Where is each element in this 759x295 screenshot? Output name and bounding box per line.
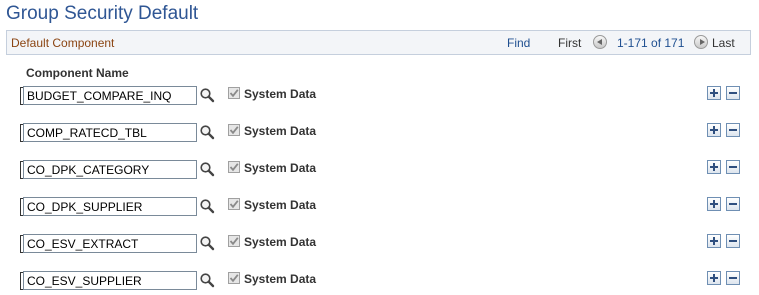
plus-icon[interactable] [707, 123, 721, 137]
find-link[interactable]: Find [507, 36, 530, 50]
system-data-label: System Data [244, 235, 317, 249]
search-icon[interactable] [199, 161, 215, 177]
row-range: 1-171 of 171 [617, 36, 685, 50]
component-name-field[interactable]: CO_DPK_SUPPLIER [23, 197, 197, 216]
minus-icon[interactable] [726, 86, 740, 100]
search-icon[interactable] [199, 198, 215, 214]
grid-title: Default Component [11, 36, 115, 50]
arrow-left-icon[interactable] [593, 35, 607, 49]
grid-header: Default Component Find First 1-171 of 17… [6, 30, 751, 55]
minus-icon[interactable] [726, 234, 740, 248]
last-label: Last [712, 36, 735, 50]
column-header-component-name: Component Name [26, 66, 129, 80]
system-data-label: System Data [244, 124, 317, 138]
table-row: COMP_RATECD_TBL System Data [0, 123, 759, 147]
table-row: CO_ESV_EXTRACT System Data [0, 234, 759, 258]
system-data-label: System Data [244, 161, 317, 175]
system-data-checkbox[interactable] [228, 124, 240, 136]
minus-icon[interactable] [726, 197, 740, 211]
component-name-field[interactable]: CO_ESV_EXTRACT [23, 234, 197, 253]
system-data-checkbox[interactable] [228, 198, 240, 210]
search-icon[interactable] [199, 124, 215, 140]
table-row: CO_ESV_SUPPLIER System Data [0, 271, 759, 295]
plus-icon[interactable] [707, 160, 721, 174]
minus-icon[interactable] [726, 123, 740, 137]
system-data-checkbox[interactable] [228, 161, 240, 173]
table-row: CO_DPK_SUPPLIER System Data [0, 197, 759, 221]
system-data-checkbox[interactable] [228, 272, 240, 284]
table-row: CO_DPK_CATEGORY System Data [0, 160, 759, 184]
minus-icon[interactable] [726, 160, 740, 174]
system-data-label: System Data [244, 198, 317, 212]
system-data-checkbox[interactable] [228, 235, 240, 247]
first-label: First [558, 36, 582, 50]
plus-icon[interactable] [707, 234, 721, 248]
arrow-right-icon[interactable] [694, 35, 708, 49]
component-name-field[interactable]: CO_ESV_SUPPLIER [23, 271, 197, 290]
search-icon[interactable] [199, 235, 215, 251]
plus-icon[interactable] [707, 86, 721, 100]
table-row: BUDGET_COMPARE_INQ System Data [0, 86, 759, 110]
search-icon[interactable] [199, 87, 215, 103]
component-name-field[interactable]: COMP_RATECD_TBL [23, 123, 197, 142]
component-name-field[interactable]: BUDGET_COMPARE_INQ [23, 86, 197, 105]
system-data-checkbox[interactable] [228, 87, 240, 99]
component-name-field[interactable]: CO_DPK_CATEGORY [23, 160, 197, 179]
system-data-label: System Data [244, 272, 317, 286]
minus-icon[interactable] [726, 271, 740, 285]
plus-icon[interactable] [707, 271, 721, 285]
page-title: Group Security Default [6, 3, 199, 24]
plus-icon[interactable] [707, 197, 721, 211]
search-icon[interactable] [199, 272, 215, 288]
system-data-label: System Data [244, 87, 317, 101]
